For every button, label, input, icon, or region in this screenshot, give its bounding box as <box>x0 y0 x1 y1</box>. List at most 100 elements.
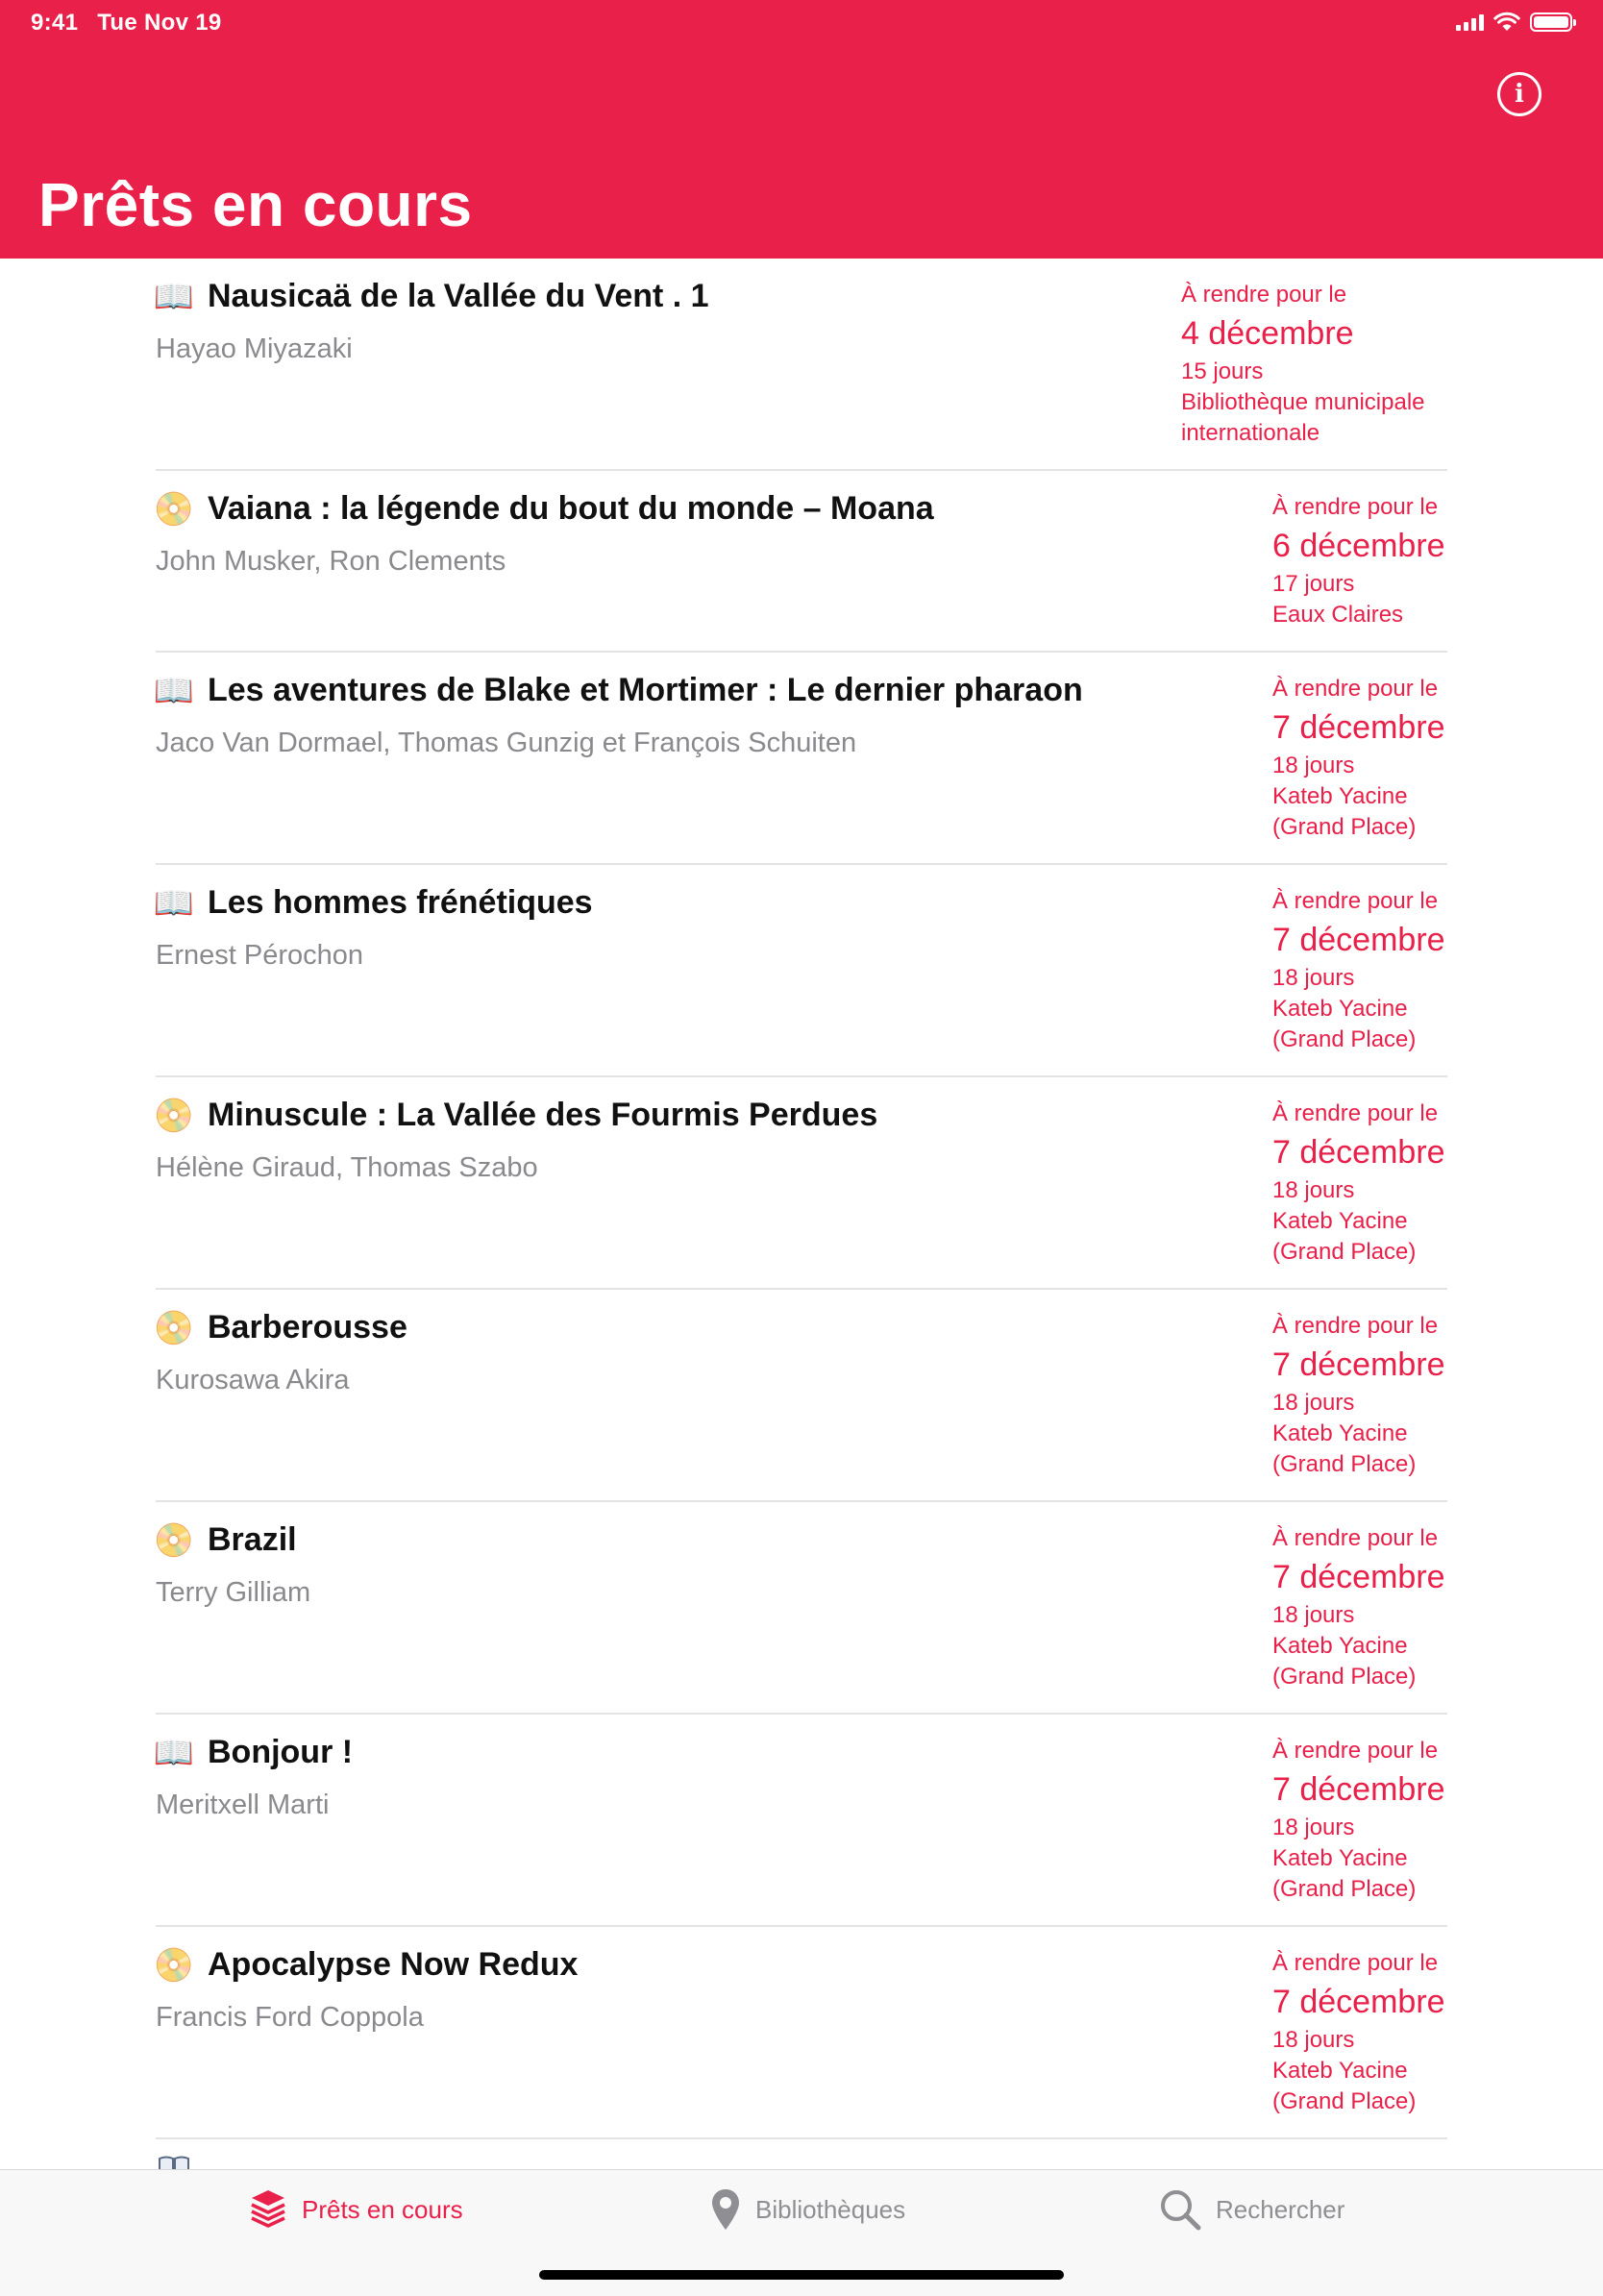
loan-due-info: À rendre pour le 6 décembre 17 jours Eau… <box>1272 492 1445 630</box>
loan-title: 📀 Brazil <box>153 1521 297 1559</box>
loan-row[interactable]: 📀 Brazil Terry Gilliam À rendre pour le … <box>153 1502 1447 1715</box>
library-name-line1: Kateb Yacine <box>1272 996 1408 1022</box>
tab-search-label: Rechercher <box>1216 2194 1345 2224</box>
library-name-line2: (Grand Place) <box>1272 1026 1417 1052</box>
loan-author: Terry Gilliam <box>156 1577 311 1608</box>
loan-title: 📀 Apocalypse Now Redux <box>153 1946 579 1984</box>
loan-row[interactable]: 📖 Bonjour ! Meritxell Marti À rendre pou… <box>153 1715 1447 1927</box>
loan-title: 📖 Nausicaä de la Vallée du Vent . 1 <box>153 278 709 315</box>
loan-title: 📖 Les aventures de Blake et Mortimer : L… <box>153 672 1083 709</box>
due-date: 7 décembre <box>1272 1134 1445 1171</box>
loan-row[interactable]: 📖 Les hommes frénétiques Ernest Pérochon… <box>153 865 1447 1077</box>
due-label: À rendre pour le <box>1272 676 1439 702</box>
due-date: 7 décembre <box>1272 1771 1445 1808</box>
info-button[interactable]: i <box>1497 72 1541 116</box>
loan-title-text: Minuscule : La Vallée des Fourmis Perdue… <box>208 1097 878 1133</box>
dvd-icon: 📀 <box>153 1097 195 1134</box>
magnifier-icon <box>1161 2190 1201 2231</box>
loan-author: Meritxell Marti <box>156 1790 330 1820</box>
library-name-line2: (Grand Place) <box>1272 814 1417 840</box>
nav-header: 9:41 Tue Nov 19 i Prêts en cours <box>0 0 1603 259</box>
library-name-line1: Kateb Yacine <box>1272 783 1408 809</box>
tab-search[interactable]: Rechercher <box>1158 2187 1344 2232</box>
library-name-line2: (Grand Place) <box>1272 1664 1417 1690</box>
status-date: Tue Nov 19 <box>97 10 222 36</box>
library-name-line2: (Grand Place) <box>1272 1451 1417 1477</box>
page-title: Prêts en cours <box>38 170 473 239</box>
due-label: À rendre pour le <box>1272 1100 1439 1126</box>
dvd-icon: 📀 <box>153 490 195 528</box>
due-label: À rendre pour le <box>1272 1525 1439 1551</box>
dvd-icon: 📀 <box>153 1521 195 1559</box>
loan-title: 📖 Les hommes frénétiques <box>153 884 593 922</box>
book-icon <box>156 2149 192 2169</box>
due-date: 4 décembre <box>1181 315 1354 352</box>
days-left: 18 jours <box>1272 1602 1355 1628</box>
loan-due-info: À rendre pour le 7 décembre 18 jours Kat… <box>1272 1523 1445 1692</box>
loan-row-partial[interactable] <box>156 2139 1447 2169</box>
library-name-line2: (Grand Place) <box>1272 1239 1417 1265</box>
loan-title-text: Les hommes frénétiques <box>208 884 593 921</box>
tab-loans-label: Prêts en cours <box>302 2194 463 2224</box>
loan-title-text: Apocalypse Now Redux <box>208 1946 579 1983</box>
library-name-line1: Kateb Yacine <box>1272 1633 1408 1659</box>
tab-libraries-label: Bibliothèques <box>755 2194 906 2224</box>
library-name-line1: Eaux Claires <box>1272 602 1404 628</box>
cellular-signal-icon <box>1456 13 1484 31</box>
loans-list[interactable]: 📖 Nausicaä de la Vallée du Vent . 1 Haya… <box>0 259 1603 2169</box>
dvd-icon: 📀 <box>153 1946 195 1984</box>
due-date: 7 décembre <box>1272 1984 1445 2020</box>
due-date: 7 décembre <box>1272 922 1445 958</box>
loan-row[interactable]: 📖 Nausicaä de la Vallée du Vent . 1 Haya… <box>153 259 1447 471</box>
due-label: À rendre pour le <box>1272 494 1439 520</box>
loan-title: 📀 Barberousse <box>154 1309 407 1346</box>
days-left: 18 jours <box>1272 1815 1355 1840</box>
loan-author: Hélène Giraud, Thomas Szabo <box>156 1152 538 1183</box>
home-indicator[interactable] <box>539 2270 1064 2280</box>
status-bar-clock: 9:41 Tue Nov 19 <box>31 10 222 37</box>
book-icon: 📖 <box>153 1734 195 1771</box>
loan-title: 📖 Bonjour ! <box>153 1734 353 1771</box>
due-date: 6 décembre <box>1272 528 1445 564</box>
loan-author: Ernest Pérochon <box>156 940 364 971</box>
due-date: 7 décembre <box>1272 1559 1445 1595</box>
loan-row[interactable]: 📀 Minuscule : La Vallée des Fourmis Perd… <box>153 1077 1447 1290</box>
loan-title-text: Barberousse <box>208 1309 407 1346</box>
map-pin-icon <box>712 2189 739 2230</box>
loan-author: Jaco Van Dormael, Thomas Gunzig et Franç… <box>156 728 857 758</box>
book-icon: 📖 <box>153 672 195 709</box>
loan-title-text: Brazil <box>208 1521 297 1558</box>
due-label: À rendre pour le <box>1272 1950 1439 1976</box>
status-time: 9:41 <box>31 10 79 36</box>
loan-row[interactable]: 📀 Barberousse Kurosawa Akira À rendre po… <box>154 1290 1447 1502</box>
due-label: À rendre pour le <box>1272 888 1439 914</box>
wifi-icon <box>1493 12 1520 31</box>
tab-libraries[interactable]: Bibliothèques <box>709 2187 905 2232</box>
tab-loans[interactable]: Prêts en cours <box>248 2187 463 2232</box>
days-left: 18 jours <box>1272 753 1355 778</box>
due-date: 7 décembre <box>1272 709 1445 746</box>
loan-author: Kurosawa Akira <box>156 1365 350 1395</box>
due-date: 7 décembre <box>1272 1346 1445 1383</box>
book-icon: 📖 <box>153 884 195 922</box>
loan-row[interactable]: 📀 Vaiana : la légende du bout du monde –… <box>153 471 1447 653</box>
book-icon: 📖 <box>153 278 195 315</box>
loan-title-text: Vaiana : la légende du bout du monde – M… <box>208 490 934 527</box>
library-name-line2: (Grand Place) <box>1272 2088 1417 2114</box>
loan-due-info: À rendre pour le 4 décembre 15 jours Bib… <box>1181 280 1425 449</box>
loan-row[interactable]: 📀 Apocalypse Now Redux Francis Ford Copp… <box>153 1927 1447 2139</box>
loan-due-info: À rendre pour le 7 décembre 18 jours Kat… <box>1272 1736 1445 1905</box>
library-name-line1: Kateb Yacine <box>1272 1420 1408 1446</box>
loan-title: 📀 Vaiana : la légende du bout du monde –… <box>153 490 934 528</box>
library-name-line2: internationale <box>1181 420 1320 446</box>
days-left: 18 jours <box>1272 1390 1355 1416</box>
loan-due-info: À rendre pour le 7 décembre 18 jours Kat… <box>1272 1948 1445 2117</box>
due-label: À rendre pour le <box>1181 282 1347 308</box>
loan-row[interactable]: 📖 Les aventures de Blake et Mortimer : L… <box>153 653 1447 865</box>
library-name-line1: Kateb Yacine <box>1272 1208 1408 1234</box>
library-name-line2: (Grand Place) <box>1272 1876 1417 1902</box>
library-name-line1: Kateb Yacine <box>1272 2058 1408 2084</box>
days-left: 15 jours <box>1181 358 1264 384</box>
loan-due-info: À rendre pour le 7 décembre 18 jours Kat… <box>1272 886 1445 1055</box>
loan-author: John Musker, Ron Clements <box>156 546 506 577</box>
